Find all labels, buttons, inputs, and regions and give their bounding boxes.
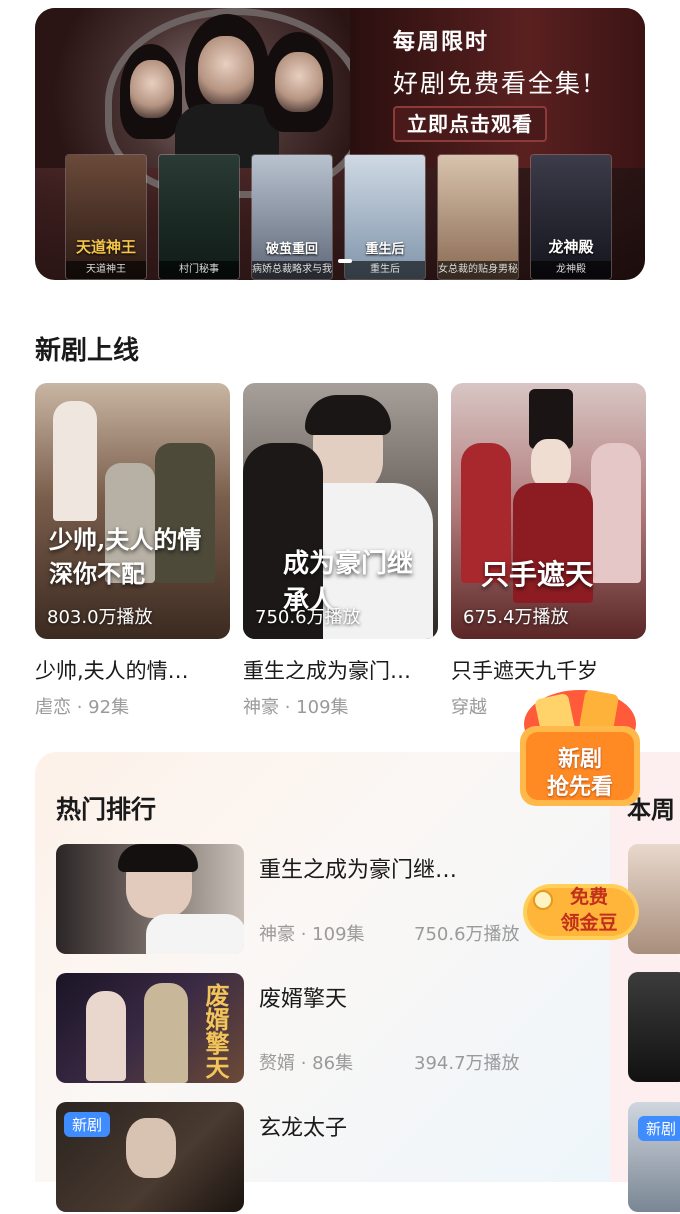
banner-tag: 每周限时 <box>393 30 490 55</box>
ranking-episodes: 86集 <box>312 1053 354 1074</box>
carousel-indicator <box>338 259 352 263</box>
ranking-item[interactable]: 重生之成为豪门继… 神豪 · 109集 750.6万播放 <box>56 844 576 956</box>
meta-separator: · <box>279 697 297 718</box>
drama-cover[interactable]: 只手遮天 675.4万播放 <box>451 383 646 639</box>
drama-meta: 神豪 · 109集 <box>243 693 438 719</box>
ranking-title: 废婿擎天 <box>259 987 348 1012</box>
promo-banner[interactable]: 每周限时 好剧免费看全集! 立即点击观看 天道神王 天道神王 村门秘事 破茧重回… <box>35 8 645 280</box>
banner-title: 好剧免费看全集! <box>393 69 595 98</box>
drama-cover[interactable]: 成为豪门继承人 750.6万播放 <box>243 383 438 639</box>
thumb-title: 废婿擎天 <box>201 983 230 1079</box>
drama-genre: 虐恋 <box>35 697 71 718</box>
play-count: 750.6万播放 <box>255 607 361 628</box>
drama-card[interactable]: 成为豪门继承人 750.6万播放 重生之成为豪门… 神豪 · 109集 <box>243 383 438 719</box>
new-badge: 新剧 <box>64 1112 111 1137</box>
play-count: 675.4万播放 <box>463 607 569 628</box>
new-drama-promo-widget[interactable]: 新剧 抢先看 <box>510 676 650 816</box>
ranking-item[interactable]: 新剧 玄龙太子 <box>56 1102 576 1214</box>
section-title-new: 新剧上线 <box>35 336 140 366</box>
promo-widget-text: 新剧 抢先看 <box>546 747 613 800</box>
play-count: 803.0万播放 <box>47 607 153 628</box>
ranking-genre: 赘婿 <box>259 1053 295 1074</box>
ranking-episodes: 109集 <box>312 924 365 945</box>
drama-card[interactable]: 只手遮天 675.4万播放 只手遮天九千岁 穿越 <box>451 383 646 719</box>
drama-meta: 虐恋 · 92集 <box>35 693 230 719</box>
drama-genre: 穿越 <box>451 697 487 718</box>
banner-poster[interactable]: 重生后 重生后 <box>344 154 426 280</box>
cover-title: 少帅,夫人的情深你不配 <box>49 525 202 588</box>
ranking-title: 重生之成为豪门继… <box>259 858 458 883</box>
ranking-plays: 394.7万播放 <box>414 1053 520 1074</box>
drama-genre: 神豪 <box>243 697 279 718</box>
banner-poster[interactable]: 龙神殿 龙神殿 <box>530 154 612 280</box>
ranking-thumb[interactable] <box>56 844 244 954</box>
banner-figure-face <box>275 52 323 112</box>
cover-title: 只手遮天 <box>481 558 594 591</box>
weekly-thumb[interactable]: 新剧 <box>628 1102 680 1212</box>
drama-name: 少帅,夫人的情… <box>35 659 189 683</box>
ranking-item[interactable]: 废婿擎天 废婿擎天 赘婿 · 86集 394.7万播放 <box>56 973 576 1085</box>
meta-separator: · <box>71 697 89 718</box>
new-badge: 新剧 <box>638 1116 680 1141</box>
meta-separator: · <box>295 1053 313 1074</box>
banner-poster[interactable]: 破茧重回 病娇总裁略求与我 <box>251 154 333 280</box>
meta-separator: · <box>295 924 313 945</box>
drama-cover[interactable]: 少帅,夫人的情深你不配 803.0万播放 <box>35 383 230 639</box>
banner-poster[interactable]: 村门秘事 <box>158 154 240 280</box>
drama-name: 重生之成为豪门… <box>243 659 411 683</box>
free-coins-widget[interactable]: 免费 领金豆 <box>521 880 641 944</box>
ranking-thumb[interactable]: 新剧 <box>56 1102 244 1212</box>
ranking-meta: 赘婿 · 86集 <box>259 1049 353 1075</box>
watch-now-button[interactable]: 立即点击观看 <box>393 106 547 142</box>
banner-figure-face <box>198 36 254 106</box>
weekly-thumb[interactable] <box>628 972 680 1082</box>
ranking-meta: 神豪 · 109集 <box>259 920 365 946</box>
drama-card[interactable]: 少帅,夫人的情深你不配 803.0万播放 少帅,夫人的情… 虐恋 · 92集 <box>35 383 230 719</box>
ranking-genre: 神豪 <box>259 924 295 945</box>
banner-poster[interactable]: 女总裁的贴身男秘 <box>437 154 519 280</box>
section-title-ranking: 热门排行 <box>56 795 157 824</box>
ranking-thumb[interactable]: 废婿擎天 <box>56 973 244 1083</box>
ranking-plays: 750.6万播放 <box>414 924 520 945</box>
banner-figure-face <box>130 60 174 118</box>
banner-poster[interactable]: 天道神王 天道神王 <box>65 154 147 280</box>
ranking-title: 玄龙太子 <box>259 1116 348 1141</box>
coin-widget-text: 免费 领金豆 <box>560 886 618 934</box>
drama-episodes: 109集 <box>296 697 349 718</box>
drama-episodes: 92集 <box>88 697 130 718</box>
